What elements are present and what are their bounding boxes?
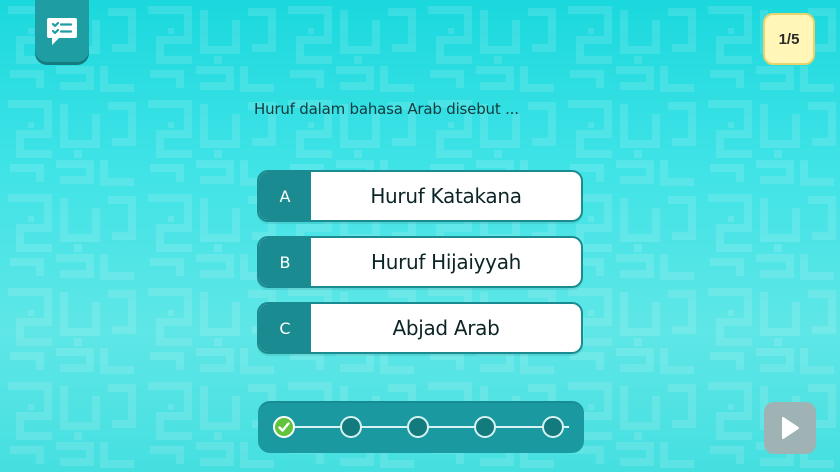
option-text: Abjad Arab [392, 316, 500, 340]
progress-step-2 [340, 416, 362, 438]
progress-step-1-done [273, 416, 295, 438]
answer-option-b[interactable]: B Huruf Hijaiyyah [257, 236, 583, 288]
option-letter: A [259, 172, 311, 220]
progress-step-3 [407, 416, 429, 438]
play-arrow-icon [782, 417, 799, 439]
chat-button[interactable] [35, 0, 89, 62]
question-counter-text: 1/5 [778, 30, 800, 48]
question-counter: 1/5 [763, 13, 815, 65]
next-button[interactable] [764, 402, 816, 454]
option-letter: C [259, 304, 311, 352]
chat-checklist-icon [47, 18, 77, 45]
option-text: Huruf Katakana [370, 184, 522, 208]
question-progress-bar [258, 401, 584, 453]
quiz-screen: 1/5 Huruf dalam bahasa Arab disebut ... … [0, 0, 840, 472]
check-icon [278, 422, 290, 432]
progress-step-4 [474, 416, 496, 438]
progress-step-5 [542, 416, 564, 438]
answer-option-a[interactable]: A Huruf Katakana [257, 170, 583, 222]
option-letter: B [259, 238, 311, 286]
answer-option-c[interactable]: C Abjad Arab [257, 302, 583, 354]
question-text: Huruf dalam bahasa Arab disebut ... [254, 100, 519, 118]
option-text: Huruf Hijaiyyah [370, 250, 522, 274]
